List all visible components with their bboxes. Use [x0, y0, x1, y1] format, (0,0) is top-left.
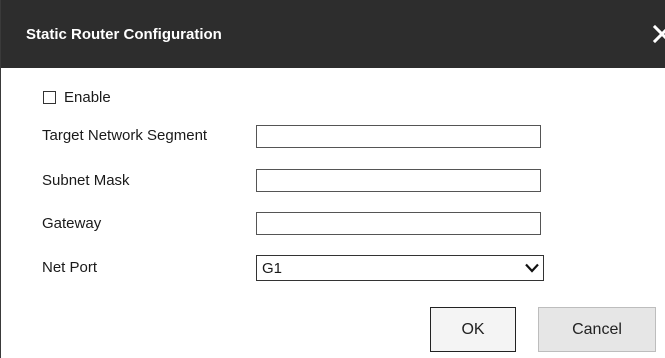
net-port-label: Net Port — [42, 259, 98, 276]
dialog-title: Static Router Configuration — [26, 26, 222, 43]
static-router-dialog: Static Router Configuration Enable Targe… — [0, 0, 665, 358]
cancel-button[interactable]: Cancel — [538, 307, 656, 352]
subnet-mask-input[interactable] — [256, 169, 541, 192]
enable-checkbox[interactable] — [43, 90, 56, 104]
gateway-input[interactable] — [256, 212, 541, 235]
gateway-label: Gateway — [42, 215, 102, 232]
net-port-select[interactable]: G1 — [256, 255, 544, 281]
enable-row: Enable — [43, 88, 111, 106]
enable-label: Enable — [64, 88, 111, 106]
dialog-titlebar: Static Router Configuration — [1, 0, 665, 68]
net-port-selected-value: G1 — [262, 260, 283, 277]
ok-button[interactable]: OK — [430, 307, 516, 352]
target-network-segment-input[interactable] — [256, 125, 541, 148]
target-network-segment-label: Target Network Segment — [42, 127, 208, 144]
chevron-down-icon — [525, 263, 539, 273]
close-icon[interactable] — [652, 24, 665, 44]
subnet-mask-label: Subnet Mask — [42, 172, 130, 189]
